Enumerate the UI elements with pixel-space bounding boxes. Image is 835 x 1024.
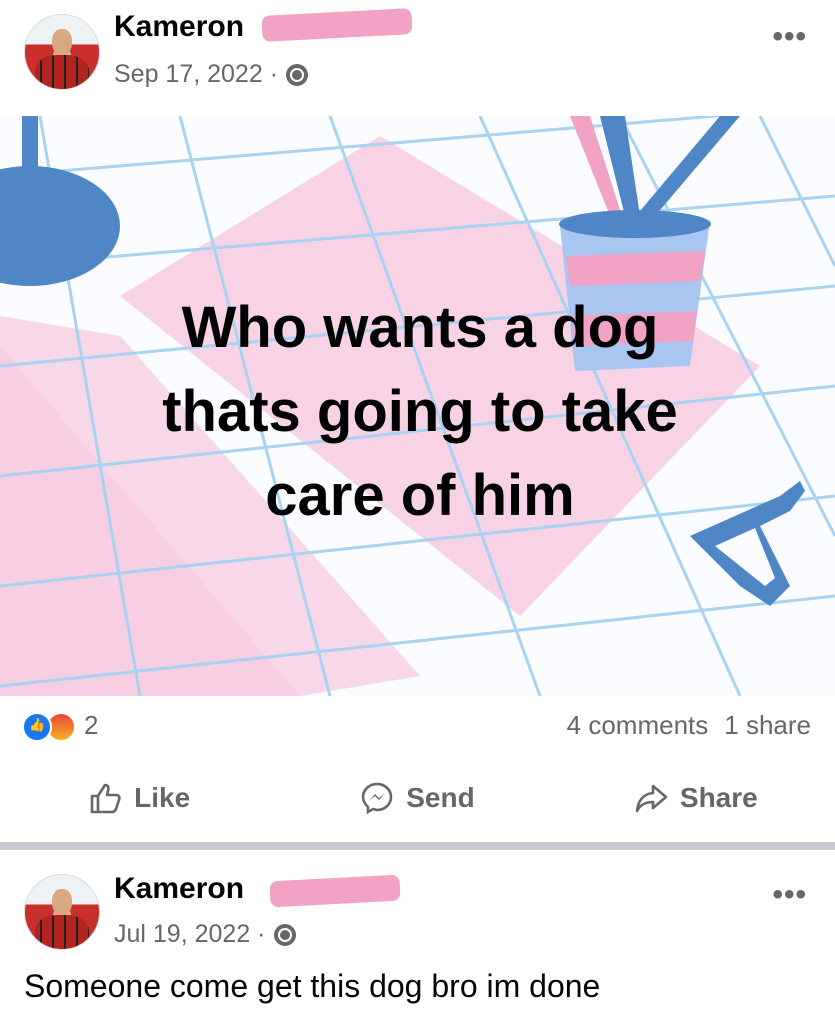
like-reaction-icon[interactable]: [22, 712, 52, 742]
author-name[interactable]: Kameron: [114, 872, 244, 906]
globe-icon: [273, 923, 296, 946]
post-meta: Jul 19, 2022 ·: [114, 920, 296, 949]
send-label: Send: [406, 782, 475, 813]
reaction-stats: 2 4 comments 1 share: [0, 706, 835, 746]
like-label: Like: [134, 782, 191, 813]
author-avatar[interactable]: [24, 14, 100, 90]
post-divider: [0, 842, 835, 850]
name-redaction: [261, 8, 413, 42]
send-button[interactable]: Send: [278, 768, 556, 828]
post-date[interactable]: Jul 19, 2022 ·: [114, 920, 266, 949]
thumbs-up-icon: [90, 783, 121, 814]
messenger-icon: [361, 782, 393, 815]
engagement-counts: 4 comments 1 share: [567, 710, 811, 741]
name-redaction: [269, 874, 401, 908]
more-options-icon[interactable]: •••: [772, 878, 807, 912]
author-name[interactable]: Kameron: [114, 10, 244, 44]
post-1: Kameron Sep 17, 2022 · ••• Who wants a d…: [0, 0, 835, 842]
author-avatar[interactable]: [24, 874, 100, 950]
post-image[interactable]: Who wants a dog thats going to take care…: [0, 116, 835, 696]
post-2: Kameron Jul 19, 2022 · ••• Someone come …: [0, 850, 835, 1024]
like-button[interactable]: Like: [0, 768, 278, 828]
share-label: Share: [679, 782, 758, 813]
shares-count[interactable]: 1 share: [724, 710, 811, 741]
share-button[interactable]: Share: [557, 768, 835, 828]
post-meta: Sep 17, 2022 ·: [114, 60, 309, 89]
post-text: Someone come get this dog bro im done: [24, 968, 601, 1004]
comments-count[interactable]: 4 comments: [567, 710, 709, 741]
action-bar: Like Send Share: [0, 768, 835, 828]
reaction-count[interactable]: 2: [84, 710, 98, 741]
more-options-icon[interactable]: •••: [772, 20, 807, 54]
share-arrow-icon: [635, 784, 668, 813]
image-caption: Who wants a dog thats going to take care…: [162, 295, 678, 528]
post-date[interactable]: Sep 17, 2022 ·: [114, 60, 278, 89]
globe-icon: [286, 63, 309, 86]
